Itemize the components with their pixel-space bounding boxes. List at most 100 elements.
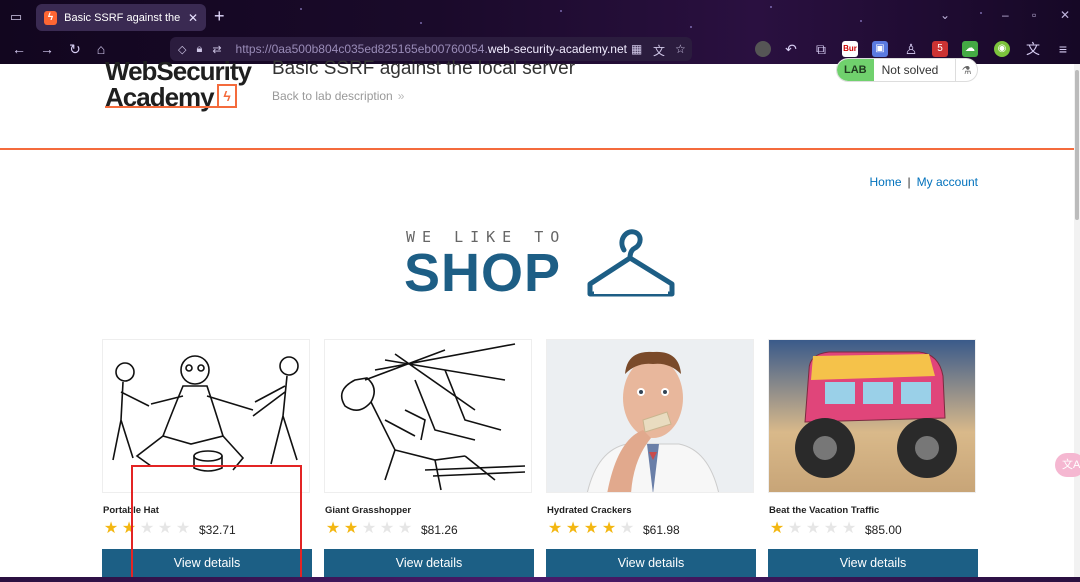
qr-icon[interactable]: ▦ [631, 42, 642, 56]
star-empty-icon: ★ [397, 520, 413, 537]
rating-stars: ★ ★ ★ ★ ★ [324, 520, 414, 538]
page-scrollbar[interactable] [1074, 64, 1080, 582]
star-empty-icon: ★ [619, 520, 635, 537]
banner-title: SHOP [404, 243, 562, 303]
bookmark-star-icon[interactable]: ☆ [675, 42, 686, 56]
menu-icon[interactable]: ≡ [1054, 41, 1072, 57]
back-icon[interactable]: ← [10, 41, 28, 57]
translate-icon[interactable]: 文 [653, 42, 665, 59]
top-nav-links: Home | My account [870, 175, 979, 189]
product-name: Portable Hat [103, 505, 159, 516]
translate-fab-icon[interactable]: 文A [1055, 453, 1080, 477]
reload-icon[interactable]: ↻ [66, 41, 84, 57]
lab-status-widget: LAB Not solved ⚗ [836, 58, 978, 82]
view-details-button[interactable]: View details [546, 549, 756, 577]
flask-icon: ⚗ [955, 59, 977, 81]
undo-icon[interactable]: ↶ [782, 41, 800, 57]
star-empty-icon: ★ [175, 520, 191, 537]
maximize-icon[interactable]: ▫ [1032, 8, 1036, 22]
home-icon[interactable]: ⌂ [92, 41, 110, 57]
product-image-giant-grasshopper [324, 339, 532, 493]
view-details-button[interactable]: View details [102, 549, 312, 577]
product-grid: Portable Hat ★ ★ ★ ★ ★ $32.71 View details [102, 339, 978, 582]
burp-extension-icon[interactable]: Bur [842, 41, 858, 57]
star-empty-icon: ★ [157, 520, 173, 537]
star-empty-icon: ★ [361, 520, 377, 537]
lab-title: Basic SSRF against the local server [272, 58, 576, 79]
star-filled-icon: ★ [547, 520, 563, 537]
star-filled-icon: ★ [121, 520, 137, 537]
product-name: Hydrated Crackers [547, 505, 632, 516]
minimize-icon[interactable]: – [1002, 8, 1009, 22]
product-image-hydrated-crackers [546, 339, 754, 493]
logo-text-line1: WebSecurity [105, 56, 252, 86]
product-card: Portable Hat ★ ★ ★ ★ ★ $32.71 View details [102, 339, 312, 582]
product-price: $85.00 [865, 523, 902, 537]
page-content: WebSecurity Academy ϟ Basic SSRF against … [0, 58, 1080, 582]
my-account-link[interactable]: My account [917, 175, 978, 189]
taskbar-strip [0, 577, 1080, 582]
rating-stars: ★ ★ ★ ★ ★ [768, 520, 858, 538]
product-price: $81.26 [421, 523, 458, 537]
chevron-right-icon: » [397, 89, 405, 103]
browser-tab[interactable]: ϟ Basic SSRF against the local s ✕ [36, 4, 206, 31]
tab-bar: ▭ ϟ Basic SSRF against the local s ✕ + ⌄… [0, 0, 1080, 34]
product-card: Giant Grasshopper ★ ★ ★ ★ ★ $81.26 View deta… [324, 339, 534, 582]
extensions-icon[interactable]: ⧉ [812, 41, 830, 57]
star-empty-icon: ★ [823, 520, 839, 537]
view-details-button[interactable]: View details [768, 549, 978, 577]
shield-icon[interactable]: ◇ [178, 43, 186, 56]
product-card: Beat the Vacation Traffic ★ ★ ★ ★ ★ $85.00 V… [768, 339, 978, 582]
star-filled-icon: ★ [103, 520, 119, 537]
back-to-description-link[interactable]: Back to lab description» [272, 89, 404, 103]
lightning-icon: ϟ [216, 84, 237, 108]
product-card: Hydrated Crackers ★ ★ ★ ★ ★ $61.98 View deta… [546, 339, 756, 582]
mail-extension-icon[interactable]: 5 [932, 41, 948, 57]
star-empty-icon: ★ [805, 520, 821, 537]
star-filled-icon: ★ [325, 520, 341, 537]
lab-status-text: Not solved [881, 63, 939, 77]
star-filled-icon: ★ [565, 520, 581, 537]
shop-banner: WE LIKE TO SHOP [404, 228, 684, 308]
star-empty-icon: ★ [841, 520, 857, 537]
product-price: $32.71 [199, 523, 236, 537]
product-name: Beat the Vacation Traffic [769, 505, 880, 516]
logo-underline [105, 106, 223, 108]
extension-dot-icon[interactable] [755, 41, 771, 57]
rating-stars: ★ ★ ★ ★ ★ [546, 520, 636, 538]
nav-separator: | [907, 175, 911, 189]
cloud-extension-icon[interactable]: ☁ [962, 41, 978, 57]
product-name: Giant Grasshopper [325, 505, 412, 516]
window-close-icon[interactable]: ✕ [1060, 8, 1070, 22]
new-tab-icon[interactable]: + [214, 7, 225, 25]
view-details-button[interactable]: View details [324, 549, 534, 577]
language-icon[interactable]: 文 [1024, 41, 1042, 57]
star-filled-icon: ★ [343, 520, 359, 537]
rating-stars: ★ ★ ★ ★ ★ [102, 520, 192, 538]
star-filled-icon: ★ [583, 520, 599, 537]
save-extension-icon[interactable]: ▣ [872, 41, 888, 57]
tab-favicon-icon: ϟ [44, 10, 58, 25]
tab-list-icon[interactable]: ▭ [8, 9, 24, 25]
product-image-beat-the-vacation-traffic [768, 339, 976, 493]
forward-icon[interactable]: → [38, 41, 56, 57]
permissions-icon[interactable]: ⇄ [212, 43, 221, 56]
green-extension-icon[interactable]: ◉ [994, 41, 1010, 57]
chevron-down-icon[interactable]: ⌄ [940, 8, 950, 22]
home-link[interactable]: Home [870, 175, 902, 189]
star-filled-icon: ★ [601, 520, 617, 537]
url-text[interactable]: https://0aa500b804c035ed825165eb00760054… [236, 42, 627, 56]
browser-chrome: ▭ ϟ Basic SSRF against the local s ✕ + ⌄… [0, 0, 1080, 64]
hanger-icon [587, 229, 675, 297]
lab-header: WebSecurity Academy ϟ Basic SSRF against … [0, 58, 1080, 150]
academy-logo[interactable]: WebSecurity Academy ϟ [105, 58, 265, 110]
person-icon[interactable]: ♙ [902, 41, 920, 57]
star-empty-icon: ★ [139, 520, 155, 537]
scrollbar-thumb[interactable] [1075, 70, 1079, 220]
star-filled-icon: ★ [769, 520, 785, 537]
close-icon[interactable]: ✕ [188, 11, 198, 25]
product-price: $61.98 [643, 523, 680, 537]
tab-title: Basic SSRF against the local s [64, 11, 184, 24]
lock-icon[interactable]: 🔒︎ [196, 43, 202, 56]
star-empty-icon: ★ [379, 520, 395, 537]
